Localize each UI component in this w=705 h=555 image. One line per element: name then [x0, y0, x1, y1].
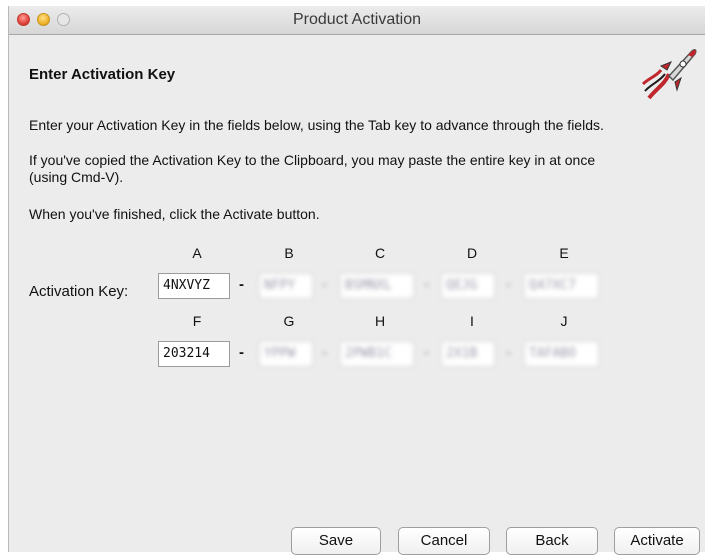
key-field-j[interactable]: TAFABO	[524, 341, 599, 367]
cancel-button[interactable]: Cancel	[398, 527, 490, 555]
key-field-a[interactable]: 4NXVYZ	[158, 273, 230, 299]
instruction-activate: When you've finished, click the Activate…	[29, 206, 320, 222]
instruction-tab: Enter your Activation Key in the fields …	[29, 117, 604, 133]
window-title: Product Activation	[292, 11, 422, 28]
back-button[interactable]: Back	[506, 527, 598, 555]
key-separator: -	[424, 344, 429, 361]
column-label-a: A	[192, 245, 202, 261]
column-label-g: G	[283, 313, 295, 329]
key-field-h[interactable]: 2PWB1C	[340, 341, 414, 367]
save-button[interactable]: Save	[291, 527, 381, 555]
key-field-b[interactable]: NFPY	[259, 273, 313, 299]
key-separator: -	[322, 344, 327, 361]
key-field-f[interactable]: 203214	[158, 341, 230, 367]
column-label-f: F	[192, 313, 202, 329]
key-field-i[interactable]: 2X1B	[441, 341, 495, 367]
activation-key-label: Activation Key:	[29, 283, 129, 300]
title-bar[interactable]: Product Activation	[9, 6, 705, 35]
instruction-paste: If you've copied the Activation Key to t…	[29, 152, 699, 186]
column-label-c: C	[374, 245, 386, 261]
column-label-j: J	[560, 313, 568, 329]
key-separator: -	[506, 276, 511, 293]
instruction-paste-line2: (using Cmd-V).	[29, 169, 124, 185]
rocket-icon	[641, 49, 697, 100]
key-field-c[interactable]: BSMNXL	[340, 273, 414, 299]
key-separator: -	[322, 276, 327, 293]
key-separator: -	[239, 276, 244, 293]
key-field-g[interactable]: YPPW	[259, 341, 313, 367]
key-separator: -	[424, 276, 429, 293]
column-label-d: D	[466, 245, 478, 261]
column-label-i: I	[470, 313, 474, 329]
column-label-h: H	[374, 313, 386, 329]
column-label-b: B	[284, 245, 294, 261]
key-field-e[interactable]: Q47XC7	[524, 273, 599, 299]
page-heading: Enter Activation Key	[29, 66, 176, 83]
column-label-e: E	[559, 245, 569, 261]
key-separator: -	[239, 344, 244, 361]
instruction-paste-line1: If you've copied the Activation Key to t…	[29, 152, 596, 168]
key-separator: -	[506, 344, 511, 361]
key-field-d[interactable]: QEJG	[441, 273, 495, 299]
product-activation-window: Product Activation Enter Activation Key …	[8, 6, 705, 555]
activate-button[interactable]: Activate	[614, 527, 700, 555]
